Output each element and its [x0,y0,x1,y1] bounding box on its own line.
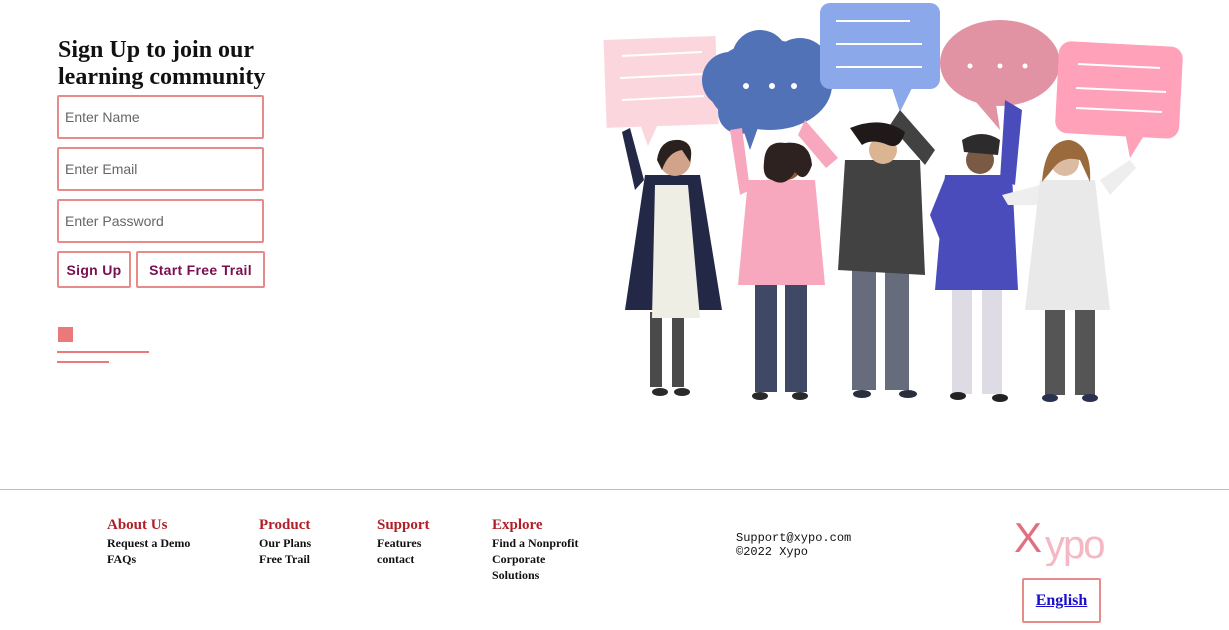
footer-heading-explore: Explore [492,517,543,533]
footer-heading-support: Support [377,517,430,533]
speech-bubble-mauve-oval [940,20,1060,130]
decorative-line-short [57,361,109,363]
logo-x: X [1014,514,1042,561]
start-free-trail-button[interactable]: Start Free Trail [136,251,265,288]
footer-heading-product: Product [259,517,311,533]
name-input[interactable] [57,95,264,139]
person-white-outfit [1002,140,1136,402]
footer-link-request-demo[interactable]: Request a Demo [107,535,190,551]
footer-link-find-nonprofit[interactable]: Find a Nonprofit [492,535,578,551]
speech-bubble-pink-right [1055,41,1183,158]
footer-column-about: About Us Request a Demo FAQs [107,517,190,567]
decorative-square [58,327,73,342]
xypo-logo: X ypo [1014,514,1106,566]
person-dark-grey [838,110,935,398]
language-selector-button[interactable]: English [1022,578,1101,623]
signup-title: Sign Up to join our learning community [58,37,266,90]
footer-link-solutions[interactable]: Solutions [492,567,578,583]
decorative-line [57,351,149,353]
footer-contact: Support@xypo.com ©2022 Xypo [736,531,851,559]
email-input[interactable] [57,147,264,191]
footer-link-faqs[interactable]: FAQs [107,551,190,567]
person-blue-sweater [930,100,1022,402]
copyright: ©2022 Xypo [736,545,809,559]
person-navy-coat [622,128,722,396]
logo-ypo: ypo [1045,523,1104,566]
signup-button[interactable]: Sign Up [57,251,131,288]
password-input[interactable] [57,199,264,243]
footer-column-support: Support Features contact [377,517,430,567]
footer-link-our-plans[interactable]: Our Plans [259,535,311,551]
footer-divider [0,489,1229,490]
person-pink-sweater [730,120,838,400]
footer-link-contact[interactable]: contact [377,551,430,567]
footer-link-corporate[interactable]: Corporate [492,551,578,567]
support-email: Support@xypo.com [736,531,852,545]
footer-column-explore: Explore Find a Nonprofit Corporate Solut… [492,517,578,583]
people-with-speech-bubbles-illustration [603,3,1183,402]
speech-bubble-light-blue-rect [820,3,940,112]
footer-heading-about: About Us [107,517,168,533]
footer-link-free-trail[interactable]: Free Trail [259,551,311,567]
speech-bubble-pink-rect [603,36,719,146]
footer-column-product: Product Our Plans Free Trail [259,517,311,567]
footer-link-features[interactable]: Features [377,535,430,551]
